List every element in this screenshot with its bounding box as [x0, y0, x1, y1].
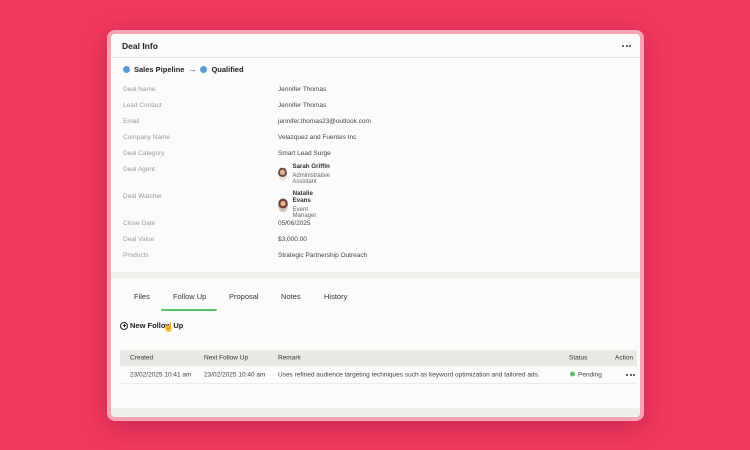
deal-info-window: Deal Info Sales Pipeline → Qualified Dea…: [107, 30, 644, 421]
avatar: [278, 167, 288, 181]
tab-history[interactable]: History: [324, 292, 347, 301]
field-value: Jennifer Thomas: [278, 102, 327, 109]
stage-dot-icon: [123, 66, 130, 73]
footer-band: [111, 408, 640, 417]
agent-person[interactable]: Sarah Griffin Administrative Assistant: [278, 163, 335, 185]
new-follow-up-label: New Follow Up: [130, 321, 184, 330]
watcher-name: Natalie Evans: [292, 190, 313, 204]
plus-circle-icon: [120, 321, 128, 330]
window-header: Deal Info: [111, 34, 640, 58]
active-tab-indicator: [161, 309, 217, 311]
status-text: Pending: [578, 371, 602, 378]
field-value: $3,000.00: [278, 236, 307, 243]
next-follow-up-cell: 23/02/2025 10:40 am: [204, 371, 266, 378]
tab-bar: Files Follow Up Proposal Notes History: [111, 285, 640, 311]
field-value: Strategic Partnership Outreach: [278, 252, 368, 259]
pipeline-stage: Qualified: [211, 65, 244, 74]
field-label: Deal Category: [123, 150, 165, 157]
pipeline-breadcrumb: Sales Pipeline → Qualified: [123, 65, 244, 74]
field-value: Jennifer Thomas: [278, 86, 327, 93]
created-cell: 23/02/2025 10:41 am: [130, 371, 192, 378]
agent-role: Administrative Assistant: [292, 173, 331, 185]
remark-cell: Uses refined audience targeting techniqu…: [278, 371, 540, 378]
section-divider: [111, 272, 640, 278]
status-dot-icon: [570, 371, 575, 377]
field-value: Smart Lead Surge: [278, 150, 331, 157]
table-row[interactable]: 23/02/2025 10:41 am 23/02/2025 10:40 am …: [120, 366, 637, 384]
tab-notes[interactable]: Notes: [281, 292, 301, 301]
pointer-cursor-icon: ☝: [163, 322, 175, 332]
field-label: Close Date: [123, 220, 156, 227]
field-label: Company Name: [123, 134, 170, 141]
field-value: Velazquez and Fuentes Inc: [278, 134, 357, 141]
field-label: Deal Value: [123, 236, 155, 243]
tab-follow-up[interactable]: Follow Up: [173, 292, 206, 301]
tab-files[interactable]: Files: [134, 292, 150, 301]
more-horizontal-icon[interactable]: [622, 44, 631, 47]
arrow-right-icon: →: [188, 65, 197, 74]
watcher-person[interactable]: Natalie Evans Event Manager: [278, 190, 321, 219]
column-action: Action: [615, 354, 634, 362]
field-value: 05/06/2025: [278, 220, 311, 227]
avatar: [278, 197, 288, 212]
pipeline-name: Sales Pipeline: [134, 65, 185, 74]
field-label: Products: [123, 252, 149, 259]
watcher-role: Event Manager: [292, 207, 317, 219]
field-label: Deal Name: [123, 86, 156, 93]
field-label: Lead Contact: [123, 102, 162, 109]
field-label: Deal Agent: [123, 166, 155, 173]
column-next-follow-up[interactable]: Next Follow Up: [204, 355, 248, 362]
column-remark[interactable]: Remark: [278, 355, 301, 362]
column-status[interactable]: Status: [569, 355, 587, 362]
tab-proposal[interactable]: Proposal: [229, 292, 259, 301]
table-header: Created Next Follow Up Remark Status Act…: [120, 350, 637, 366]
page-title: Deal Info: [122, 40, 158, 51]
status-badge: Pending: [570, 371, 602, 378]
column-created[interactable]: Created: [130, 355, 153, 362]
field-label: Email: [123, 118, 140, 125]
field-label: Deal Watcher: [123, 193, 163, 200]
follow-up-table: Created Next Follow Up Remark Status Act…: [120, 350, 637, 384]
field-value[interactable]: jennifer.thomas23@outlook.com: [278, 118, 371, 125]
row-action-menu-icon[interactable]: [626, 373, 635, 376]
stage-dot-icon: [200, 66, 208, 73]
agent-name: Sarah Griffin: [292, 163, 330, 170]
